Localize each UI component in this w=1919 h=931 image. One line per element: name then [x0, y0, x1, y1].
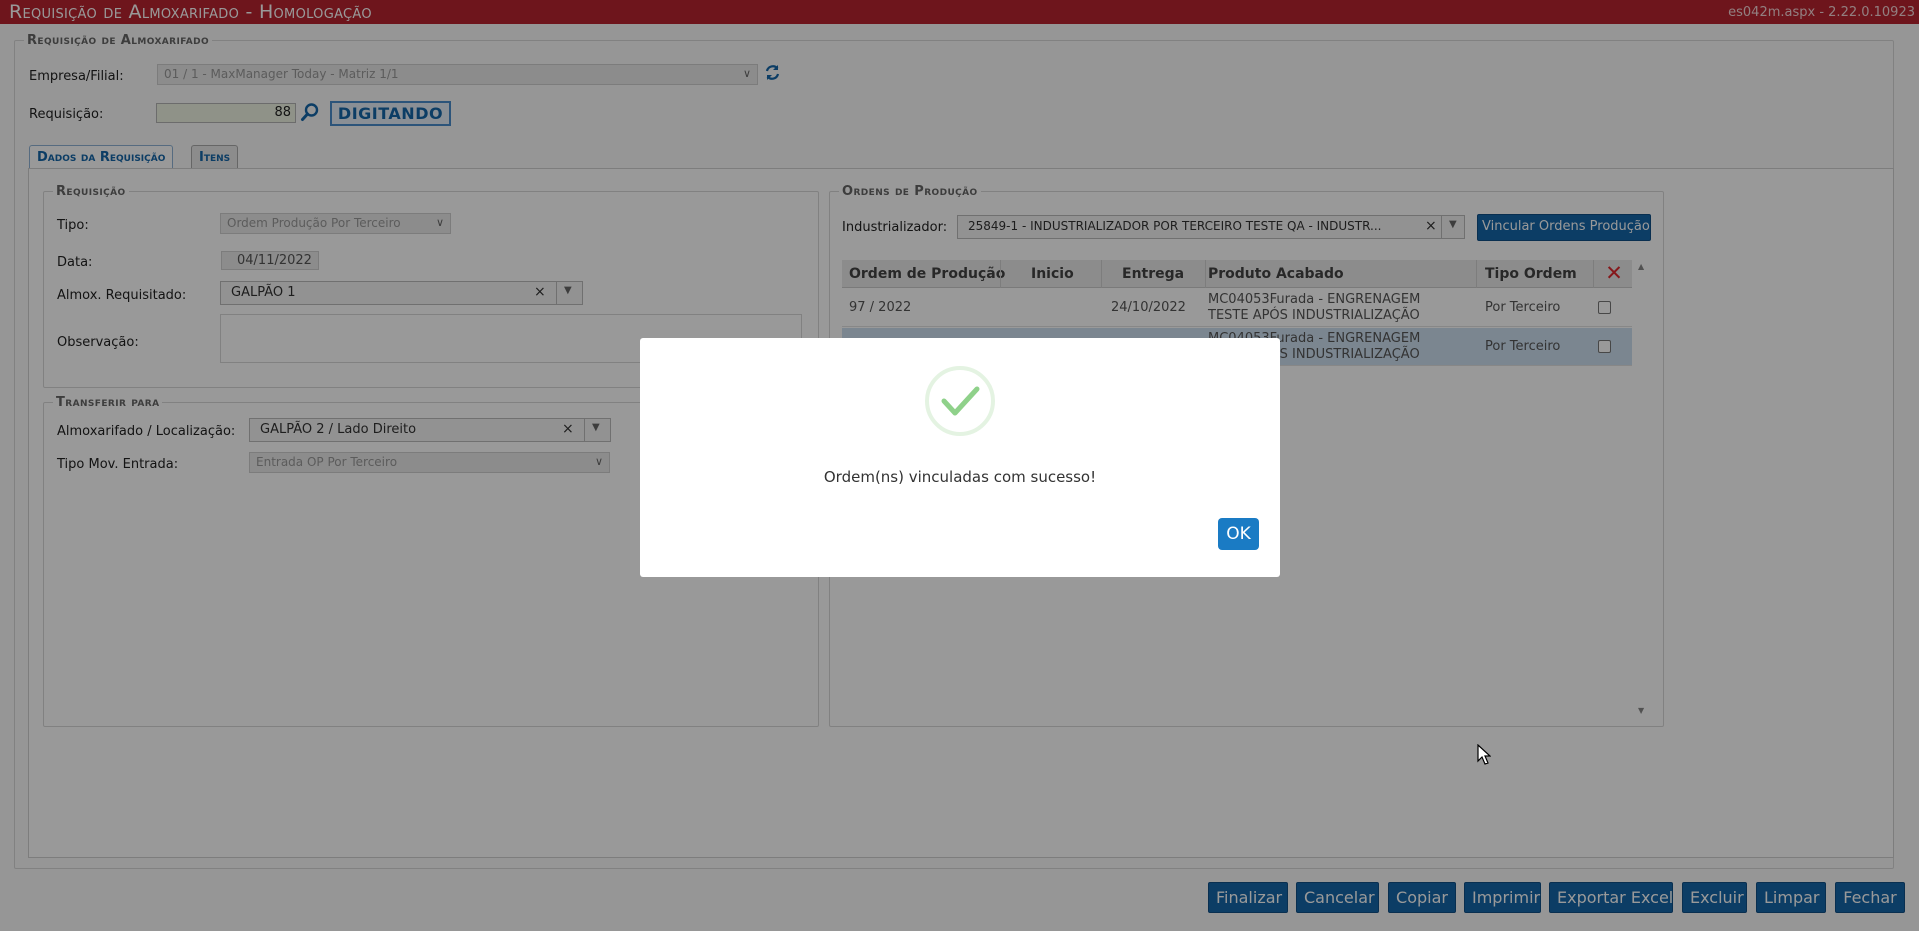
mouse-cursor-icon: [1477, 744, 1491, 765]
dialog-message: Ordem(ns) vinculadas com sucesso!: [823, 468, 1097, 486]
ok-button[interactable]: OK: [1218, 518, 1259, 550]
success-check-icon: [925, 366, 995, 436]
success-dialog: Ordem(ns) vinculadas com sucesso! OK: [640, 338, 1280, 577]
